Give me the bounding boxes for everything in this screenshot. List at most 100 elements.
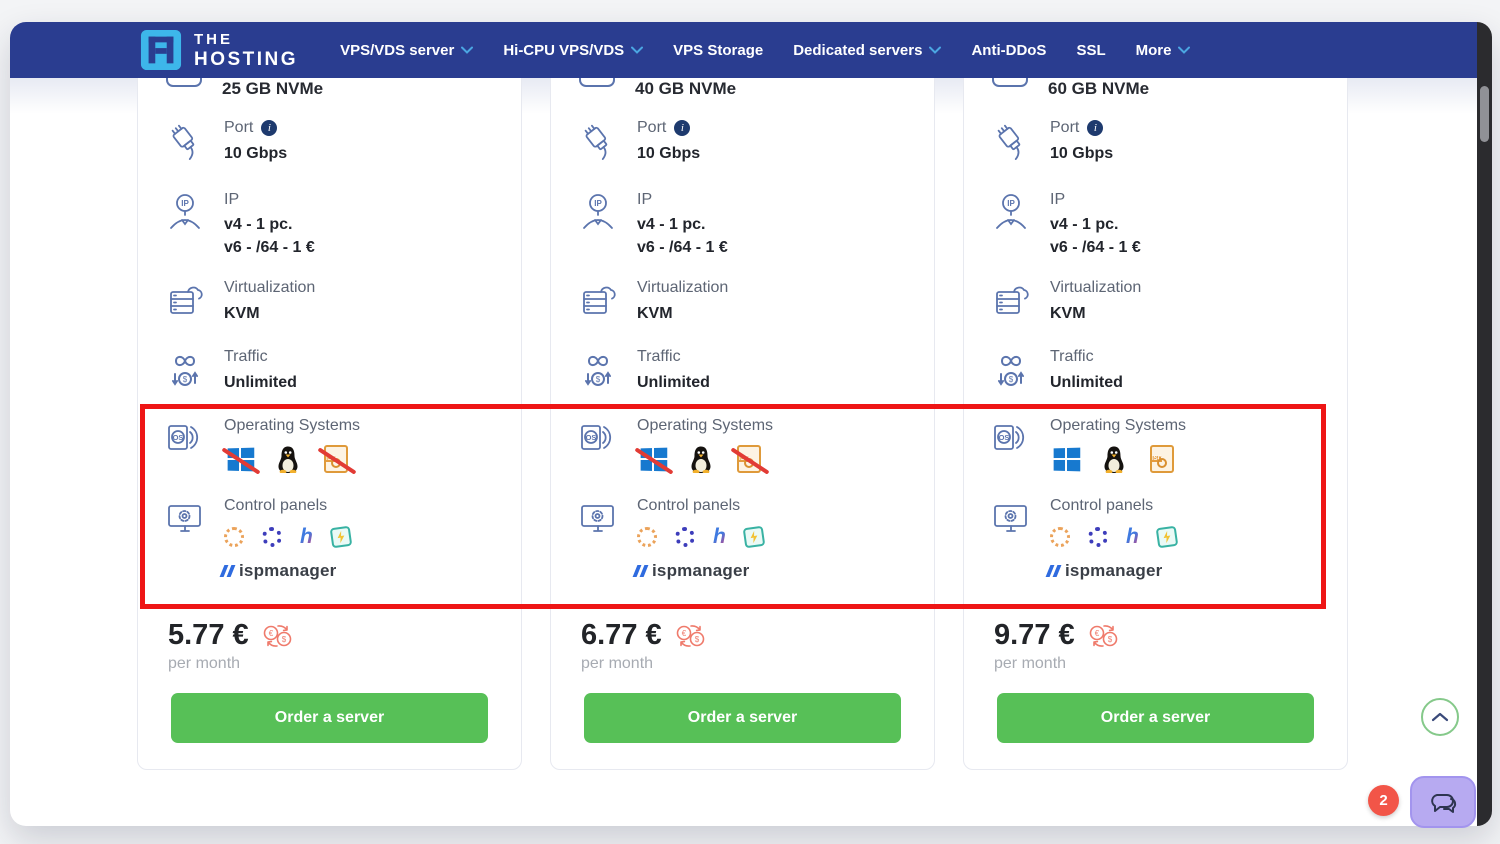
os-label: Operating Systems [224, 417, 360, 435]
traffic-value: Unlimited [637, 374, 710, 392]
virtualization-value: KVM [224, 305, 315, 323]
currency-exchange-icon[interactable] [261, 623, 293, 649]
virtualization-label: Virtualization [1050, 279, 1141, 297]
chat-bubbles-icon [1426, 789, 1460, 815]
port-row: Porti 10 Gbps [164, 119, 507, 163]
port-value: 10 Gbps [1050, 145, 1113, 163]
control-panels-label: Control panels [1050, 497, 1177, 515]
control-panels-row: Control panels h [990, 497, 1333, 547]
chevron-up-icon [1429, 710, 1451, 724]
ethernet-plug-icon [164, 119, 206, 161]
indigo-ring-panel-icon [262, 527, 282, 547]
traffic-label: Traffic [637, 348, 710, 366]
linux-tux-icon [1098, 445, 1130, 473]
control-panels-label: Control panels [637, 497, 764, 515]
info-icon[interactable]: i [261, 120, 277, 136]
ispmanager-logo: ispmanager [1048, 561, 1162, 581]
nav-item-vps-vds-server[interactable]: VPS/VDS server [340, 42, 473, 59]
port-value: 10 Gbps [637, 145, 700, 163]
ip-pin-icon [990, 191, 1032, 233]
ethernet-plug-icon [577, 119, 619, 161]
ip-pin-icon [577, 191, 619, 233]
nav-item-ssl[interactable]: SSL [1076, 42, 1105, 59]
info-icon[interactable]: i [1087, 120, 1103, 136]
control-panels-row: Control panels h [164, 497, 507, 547]
os-disc-icon [990, 417, 1032, 459]
os-disc-icon [577, 417, 619, 459]
chevron-down-icon [1178, 46, 1190, 54]
port-label: Port [1050, 119, 1079, 137]
indigo-ring-panel-icon [1088, 527, 1108, 547]
currency-exchange-icon[interactable] [1087, 623, 1119, 649]
traffic-value: Unlimited [1050, 374, 1123, 392]
top-navigation-bar: THE HOSTING VPS/VDS server Hi-CPU VPS/VD… [10, 22, 1477, 78]
ip-label: IP [224, 191, 315, 209]
storage-value: 60 GB NVMe [1048, 79, 1149, 99]
plan-card: 40 GB NVMe Porti 10 Gbps IP v4 - 1 pc. v… [550, 52, 935, 770]
port-label: Port [637, 119, 666, 137]
nav-item-hicpu-vps-vds[interactable]: Hi-CPU VPS/VDS [503, 42, 643, 59]
orange-ring-panel-icon [1050, 527, 1070, 547]
nav-item-more[interactable]: More [1136, 42, 1191, 59]
currency-exchange-icon[interactable] [674, 623, 706, 649]
virtualization-label: Virtualization [637, 279, 728, 297]
virtualization-row: Virtualization KVM [577, 279, 920, 323]
traffic-value: Unlimited [224, 374, 297, 392]
control-panels-row: Control panels h [577, 497, 920, 547]
traffic-label: Traffic [224, 348, 297, 366]
monitor-gear-icon [990, 497, 1032, 539]
windows-icon [637, 445, 669, 473]
hestia-panel-icon: h [300, 527, 313, 547]
nav-item-anti-ddos[interactable]: Anti-DDoS [971, 42, 1046, 59]
page: 25 GB NVMe Porti 10 Gbps IP v4 - 1 pc. v… [0, 0, 1500, 844]
ip-label: IP [637, 191, 728, 209]
logo[interactable]: THE HOSTING [140, 29, 298, 71]
per-month-label: per month [994, 655, 1066, 673]
linux-tux-icon [272, 445, 304, 473]
ip-row: IP v4 - 1 pc. v6 - /64 - 1 € [577, 191, 920, 259]
monitor-gear-icon [164, 497, 206, 539]
orange-ring-panel-icon [637, 527, 657, 547]
traffic-row: Traffic Unlimited [164, 348, 507, 392]
order-server-button[interactable]: Order a server [584, 693, 901, 743]
port-row: Porti 10 Gbps [577, 119, 920, 163]
main-nav: VPS/VDS server Hi-CPU VPS/VDS VPS Storag… [340, 42, 1190, 59]
ip-label: IP [1050, 191, 1141, 209]
ip-v4-value: v4 - 1 pc. [224, 215, 315, 236]
nav-item-vps-storage[interactable]: VPS Storage [673, 42, 763, 59]
infinity-traffic-icon [577, 348, 619, 390]
chat-widget-button[interactable] [1410, 776, 1476, 828]
ip-row: IP v4 - 1 pc. v6 - /64 - 1 € [990, 191, 1333, 259]
port-value: 10 Gbps [224, 145, 287, 163]
infinity-traffic-icon [164, 348, 206, 390]
virtualization-row: Virtualization KVM [990, 279, 1333, 323]
page-content: 25 GB NVMe Porti 10 Gbps IP v4 - 1 pc. v… [10, 22, 1492, 826]
server-cloud-icon [990, 279, 1032, 321]
orange-ring-panel-icon [224, 527, 244, 547]
plan-card: 60 GB NVMe Porti 10 Gbps IP v4 - 1 pc. v… [963, 52, 1348, 770]
ip-v4-value: v4 - 1 pc. [1050, 215, 1141, 236]
per-month-label: per month [168, 655, 240, 673]
infinity-traffic-icon [990, 348, 1032, 390]
traffic-row: Traffic Unlimited [577, 348, 920, 392]
hestia-panel-icon: h [1126, 527, 1139, 547]
order-server-button[interactable]: Order a server [171, 693, 488, 743]
price: 9.77 € [994, 619, 1075, 652]
scrollbar-thumb[interactable] [1480, 86, 1489, 142]
control-panels-label: Control panels [224, 497, 351, 515]
iso-image-icon: ISO [320, 445, 352, 473]
traffic-label: Traffic [1050, 348, 1123, 366]
order-server-button[interactable]: Order a server [997, 693, 1314, 743]
virtualization-value: KVM [637, 305, 728, 323]
info-icon[interactable]: i [674, 120, 690, 136]
traffic-row: Traffic Unlimited [990, 348, 1333, 392]
scroll-to-top-button[interactable] [1421, 698, 1459, 736]
storage-value: 40 GB NVMe [635, 79, 736, 99]
ip-pin-icon [164, 191, 206, 233]
brand-line-2: HOSTING [194, 50, 298, 69]
chat-unread-badge: 2 [1368, 785, 1399, 816]
scrollbar[interactable] [1477, 22, 1492, 826]
fastpanel-icon [1156, 526, 1179, 549]
plan-card: 25 GB NVMe Porti 10 Gbps IP v4 - 1 pc. v… [137, 52, 522, 770]
nav-item-dedicated-servers[interactable]: Dedicated servers [793, 42, 941, 59]
